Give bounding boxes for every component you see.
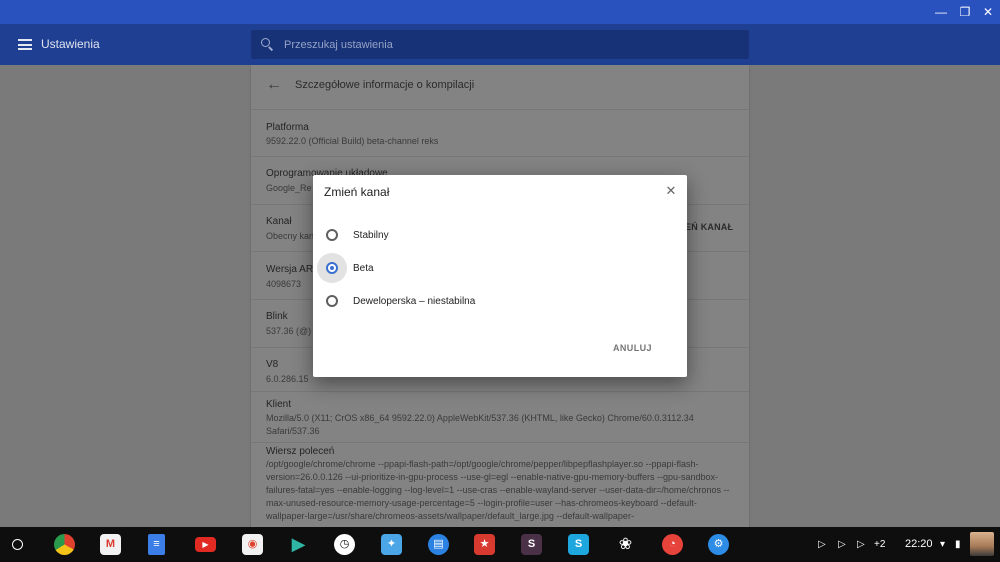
pocketcasts-icon[interactable]: ◔: [662, 534, 683, 555]
title-bar: — ❐ ✕: [0, 0, 1000, 24]
detail-label: V8: [266, 359, 279, 370]
back-arrow-icon[interactable]: ←: [266, 77, 282, 93]
change-channel-dialog: Zmień kanał ✕ Stabilny Beta Deweloperska…: [313, 175, 687, 377]
detail-value: 4098673: [266, 279, 302, 289]
radio-wrap: [317, 253, 347, 283]
option-label: Beta: [353, 263, 374, 274]
option-label: Stabilny: [353, 230, 389, 241]
dialog-title: Zmień kanał: [324, 185, 390, 199]
detail-row-platform: Platforma 9592.22.0 (Official Build) bet…: [251, 109, 749, 156]
search-box[interactable]: [251, 30, 749, 59]
close-icon[interactable]: ✕: [664, 184, 678, 198]
detail-value: /opt/google/chrome/chrome --ppapi-flash-…: [266, 459, 730, 521]
clock[interactable]: 22:20: [905, 538, 933, 550]
play-notification-icon[interactable]: ▷: [818, 538, 826, 551]
avatar[interactable]: [970, 532, 994, 556]
radio-wrap: [317, 286, 347, 316]
detail-row-user-agent: Klient Mozilla/5.0 (X11; CrOS x86_64 959…: [251, 391, 749, 442]
close-icon[interactable]: ✕: [980, 4, 996, 20]
detail-label: Blink: [266, 311, 288, 322]
play-notification-icon[interactable]: ▷: [857, 538, 865, 551]
battery-icon[interactable]: ▮: [955, 538, 961, 551]
page-title: Szczegółowe informacje o kompilacji: [295, 79, 475, 91]
cancel-button[interactable]: ANULUJ: [613, 343, 652, 353]
detail-value: Google_Re: [266, 183, 312, 193]
notification-count[interactable]: +2: [874, 538, 885, 551]
maximize-icon[interactable]: ❐: [957, 4, 973, 20]
play-store-icon[interactable]: ▶: [288, 534, 309, 555]
option-label: Deweloperska – niestabilna: [353, 296, 476, 307]
app-bar: Ustawienia: [0, 24, 1000, 65]
lotus-icon[interactable]: ❀: [615, 534, 636, 555]
app-title: Ustawienia: [41, 37, 100, 51]
wifi-icon[interactable]: ▾: [940, 538, 945, 551]
menu-icon[interactable]: [18, 39, 32, 50]
radio-button[interactable]: [326, 229, 338, 241]
detail-value: Mozilla/5.0 (X11; CrOS x86_64 9592.22.0)…: [266, 413, 694, 436]
channel-option-beta[interactable]: Beta: [313, 253, 687, 286]
detail-label: Wiersz poleceń: [266, 446, 335, 457]
channel-option-stable[interactable]: Stabilny: [313, 220, 687, 253]
youtube-icon[interactable]: ▶: [195, 537, 216, 552]
detail-row-command-line: Wiersz poleceń /opt/google/chrome/chrome…: [251, 442, 749, 527]
shelf: M ≡ ▶ ◉ ▶ ◷ ✦ ▤ ★ S S ❀ ◔ ⚙ ▷ ▷ ▷ +2 22:…: [0, 527, 1000, 562]
detail-value: 6.0.286.15: [266, 374, 309, 384]
detail-value: 9592.22.0 (Official Build) beta-channel …: [266, 136, 439, 146]
radio-button[interactable]: [326, 295, 338, 307]
launcher-icon[interactable]: [12, 539, 23, 550]
channel-option-dev[interactable]: Deweloperska – niestabilna: [313, 286, 687, 319]
twitter-icon[interactable]: ✦: [381, 534, 402, 555]
detail-value: 537.36 (@): [266, 326, 312, 336]
detail-label: Klient: [266, 399, 292, 410]
minimize-icon[interactable]: —: [933, 4, 949, 20]
detail-label: Platforma: [266, 122, 309, 133]
docs-icon[interactable]: ≡: [148, 534, 165, 555]
skype-icon[interactable]: S: [568, 534, 589, 555]
detail-label: Kanał: [266, 216, 292, 227]
settings-icon[interactable]: ⚙: [708, 534, 729, 555]
wunderlist-icon[interactable]: ★: [474, 534, 495, 555]
gmail-icon[interactable]: M: [100, 534, 121, 555]
files-icon[interactable]: ▤: [428, 534, 449, 555]
chrome-icon[interactable]: [54, 534, 75, 555]
clock-app-icon[interactable]: ◷: [334, 534, 355, 555]
search-input[interactable]: [284, 36, 724, 53]
play-notification-icon[interactable]: ▷: [838, 538, 846, 551]
detail-value: Obecny kan: [266, 231, 315, 241]
slack-icon[interactable]: S: [521, 534, 542, 555]
radio-button[interactable]: [326, 262, 338, 274]
chrome-web-store-icon[interactable]: ◉: [242, 534, 263, 555]
search-icon: [261, 38, 270, 47]
radio-wrap: [317, 220, 347, 250]
